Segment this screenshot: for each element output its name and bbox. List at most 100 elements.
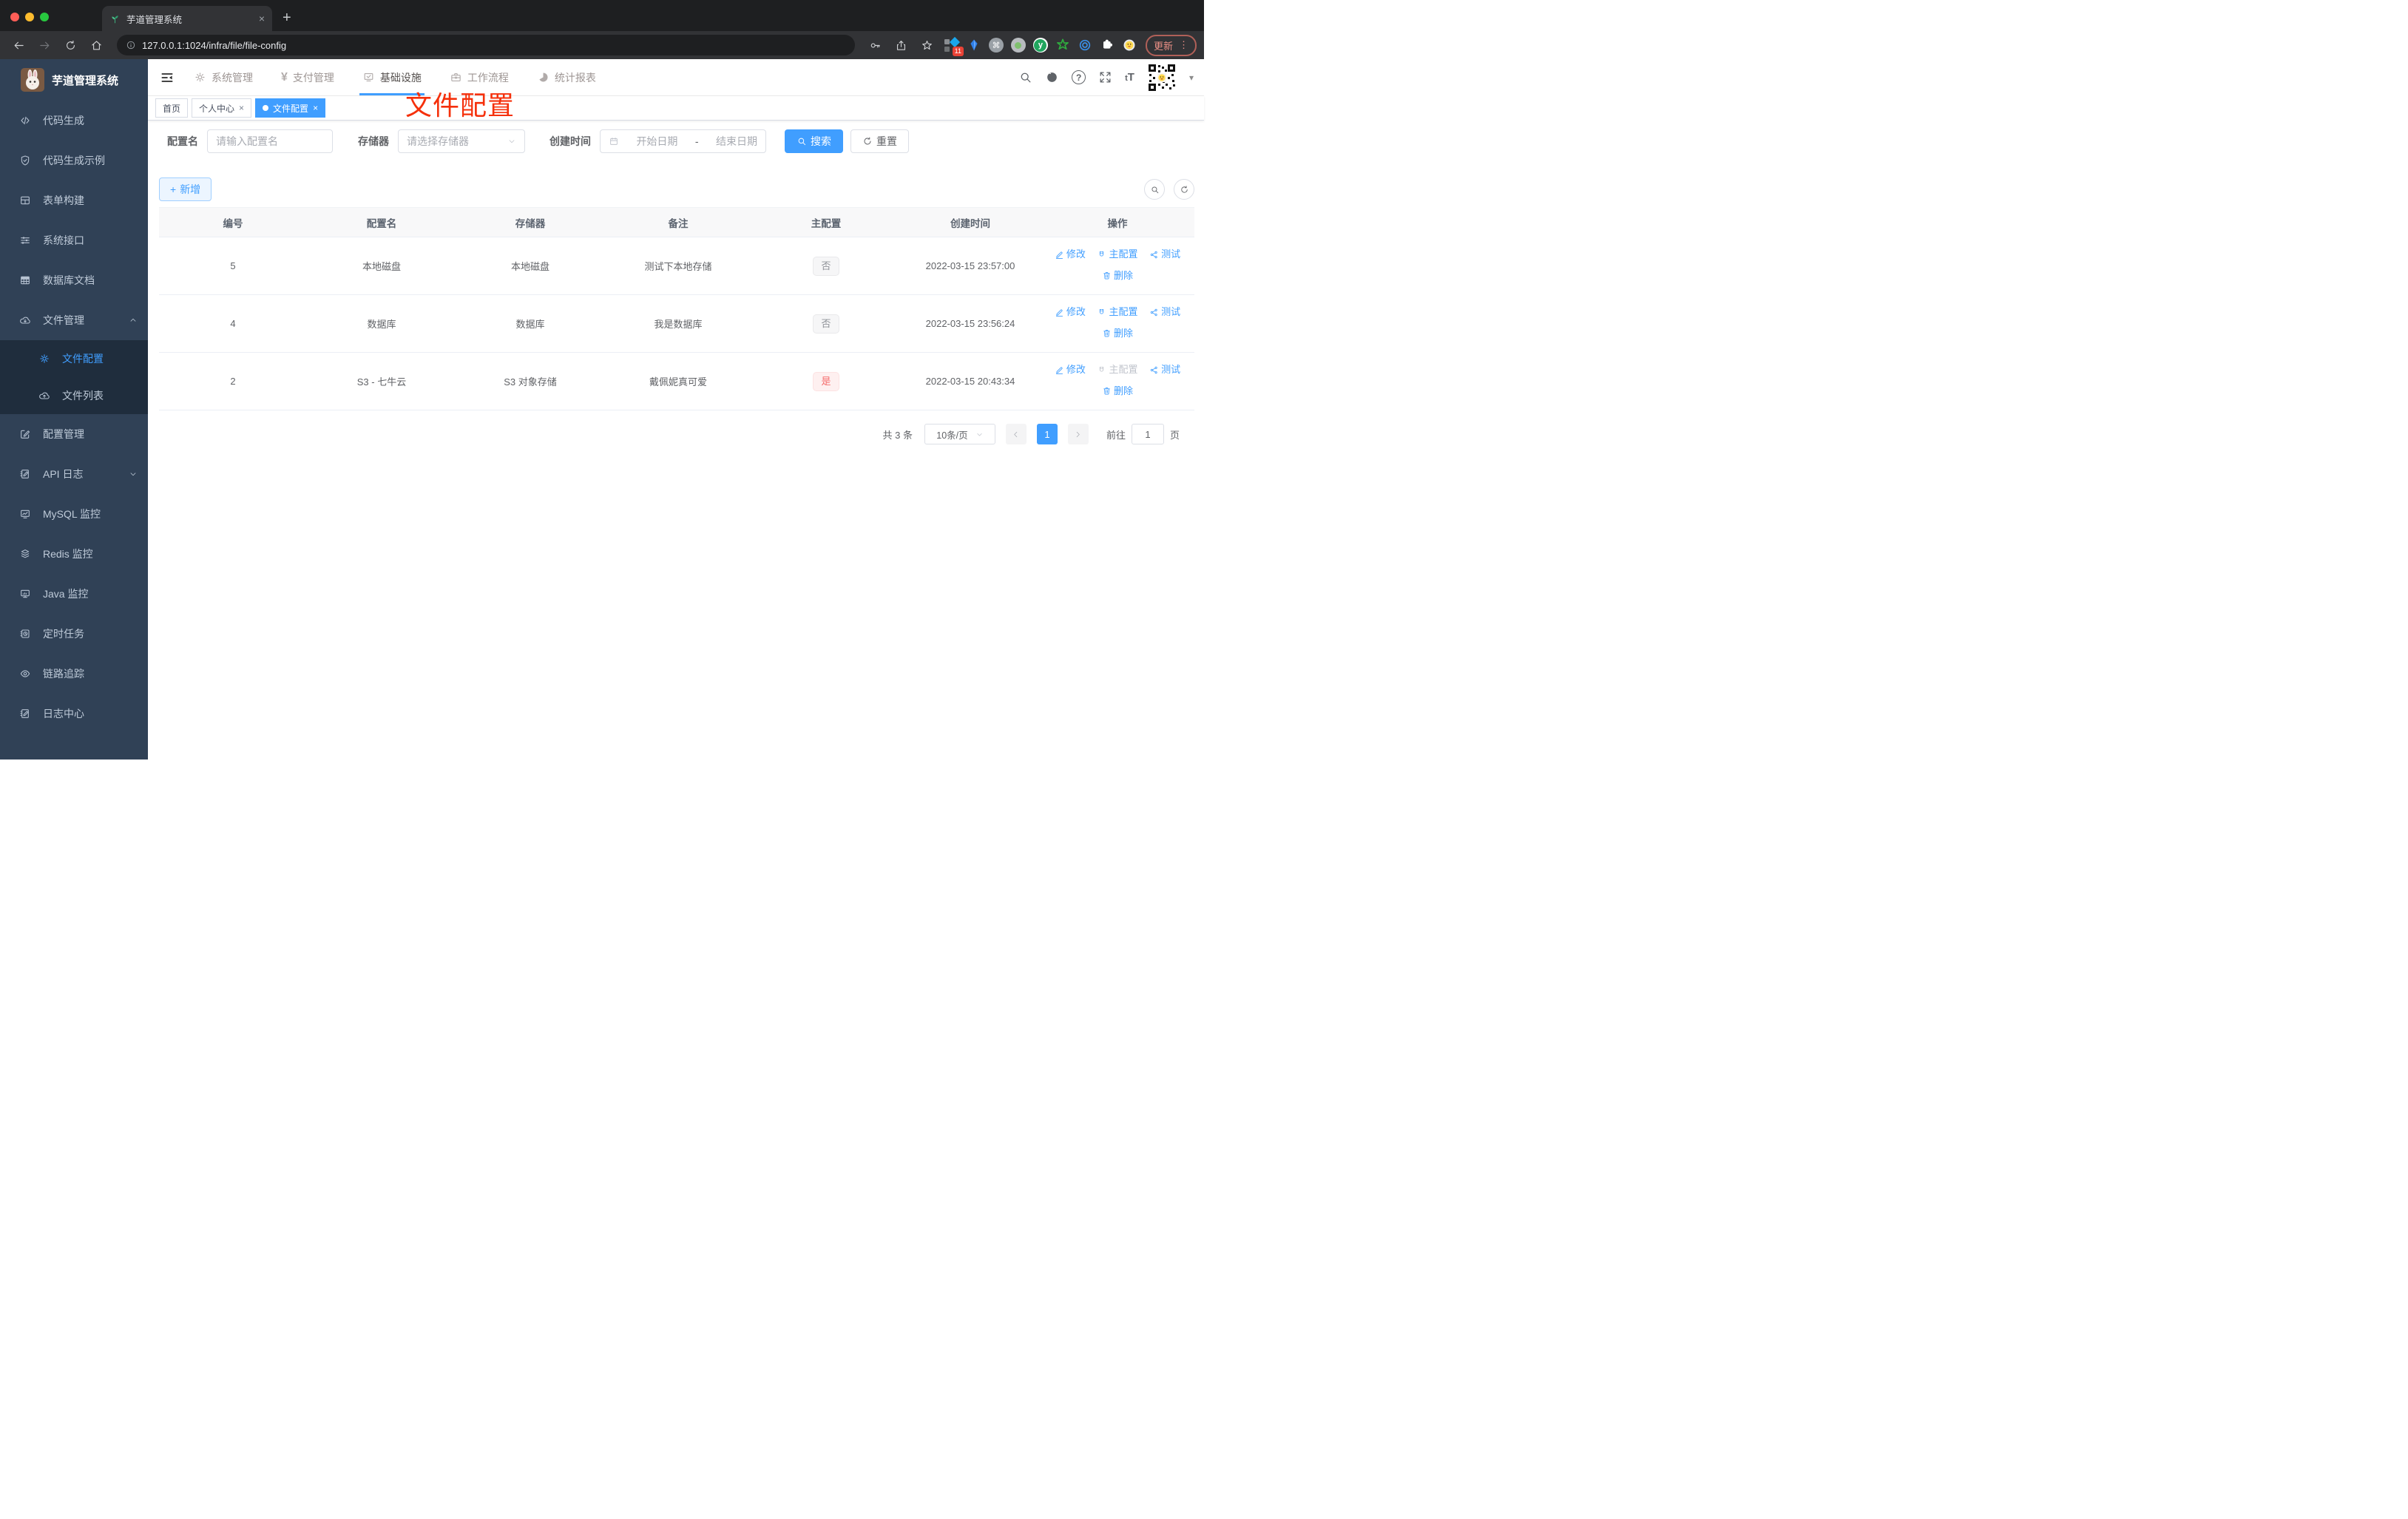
- window-controls[interactable]: [0, 13, 58, 31]
- command-extension-icon[interactable]: ⌘: [988, 38, 1004, 53]
- table-row: 5 本地磁盘 本地磁盘 测试下本地存储 否 2022-03-15 23:57:0…: [159, 237, 1194, 295]
- pin-extension-icon[interactable]: 11: [944, 36, 964, 56]
- page-size-select[interactable]: 10条/页: [924, 424, 995, 444]
- refresh-table-button[interactable]: [1174, 179, 1194, 200]
- sidebar-item-java-monitor[interactable]: Java 监控: [0, 574, 148, 614]
- yen-icon: ¥: [281, 70, 288, 84]
- date-range-picker[interactable]: 开始日期 - 结束日期: [600, 129, 766, 153]
- browser-menu-icon[interactable]: ⋮: [1179, 39, 1188, 51]
- close-icon[interactable]: ×: [239, 103, 244, 113]
- config-name-label: 配置名: [167, 135, 198, 147]
- gem-extension-icon[interactable]: [967, 38, 981, 53]
- sidebar-item-mysql-monitor[interactable]: MySQL 监控: [0, 494, 148, 534]
- sidebar-item-config-management[interactable]: 配置管理: [0, 414, 148, 454]
- sidebar-fold-icon[interactable]: [160, 70, 175, 85]
- sidebar-item-redis-monitor[interactable]: Redis 监控: [0, 534, 148, 574]
- edit-link[interactable]: 修改: [1055, 360, 1086, 379]
- primary-badge: 是: [813, 371, 839, 391]
- tab-title: 芋道管理系统: [126, 14, 183, 25]
- site-info-icon[interactable]: [126, 40, 136, 50]
- goto-page-input[interactable]: [1131, 424, 1164, 444]
- search-icon[interactable]: [1018, 70, 1032, 84]
- current-page-button[interactable]: 1: [1036, 424, 1058, 444]
- tag-home[interactable]: 首页: [155, 98, 189, 118]
- sidebar-item-scheduled-jobs[interactable]: 定时任务: [0, 614, 148, 654]
- top-menu-label: 支付管理: [292, 71, 334, 84]
- y-extension-icon[interactable]: y: [1032, 38, 1048, 53]
- tag-file-config[interactable]: 文件配置 ×: [255, 98, 326, 118]
- refresh-icon: [862, 136, 873, 146]
- password-key-icon[interactable]: [869, 39, 882, 52]
- font-size-icon[interactable]: tT: [1125, 71, 1134, 84]
- browser-tab[interactable]: 芋道管理系统 ×: [102, 6, 272, 31]
- add-button[interactable]: + 新增: [159, 177, 212, 201]
- search-button[interactable]: 搜索: [785, 129, 843, 153]
- lens-extension-icon[interactable]: [1078, 38, 1092, 53]
- config-name-input[interactable]: 请输入配置名: [207, 129, 333, 153]
- tag-label: 个人中心: [199, 103, 235, 114]
- plus-icon: +: [170, 183, 177, 195]
- sidebar-item-api-log[interactable]: API 日志: [0, 454, 148, 494]
- delete-link[interactable]: 删除: [1102, 324, 1133, 343]
- edit-link[interactable]: 修改: [1055, 245, 1086, 264]
- sidebar-item-code-gen[interactable]: 代码生成: [0, 101, 148, 141]
- sidebar-item-db-doc[interactable]: 数据库文档: [0, 260, 148, 300]
- reload-icon[interactable]: [64, 39, 77, 52]
- edit-link[interactable]: 修改: [1055, 302, 1086, 322]
- test-link[interactable]: 测试: [1149, 245, 1180, 264]
- test-link[interactable]: 测试: [1149, 302, 1180, 322]
- close-window-button[interactable]: [10, 13, 19, 21]
- browser-update-button[interactable]: 更新 ⋮: [1145, 34, 1197, 56]
- github-icon[interactable]: [1045, 70, 1059, 84]
- help-icon[interactable]: ?: [1072, 70, 1086, 84]
- top-menu-reports[interactable]: 统计报表: [537, 59, 596, 95]
- top-menu-payment[interactable]: ¥ 支付管理: [281, 59, 334, 95]
- puzzle-extensions-icon[interactable]: [1100, 38, 1115, 53]
- sidebar-item-file-config[interactable]: 文件配置: [0, 340, 148, 377]
- bookmark-star-icon[interactable]: [921, 39, 933, 52]
- top-menu-system[interactable]: 系统管理: [194, 59, 253, 95]
- storage-label: 存储器: [358, 135, 389, 147]
- new-tab-button[interactable]: +: [283, 10, 291, 27]
- top-menu: 系统管理 ¥ 支付管理 基础设施 工作流程 统计报表: [194, 59, 596, 95]
- browser-tab-strip: 芋道管理系统 × +: [0, 0, 1204, 31]
- master-config-link[interactable]: 主配置: [1097, 302, 1138, 322]
- reset-button[interactable]: 重置: [850, 129, 909, 153]
- share-icon[interactable]: [895, 39, 907, 52]
- sidebar-item-file-management[interactable]: 文件管理: [0, 300, 148, 340]
- minimize-window-button[interactable]: [25, 13, 34, 21]
- sidebar-logo[interactable]: 芋道管理系统: [0, 59, 148, 101]
- star-extension-icon[interactable]: [1055, 38, 1070, 53]
- tag-profile[interactable]: 个人中心 ×: [192, 98, 252, 118]
- sidebar-item-form-builder[interactable]: 表单构建: [0, 180, 148, 220]
- next-page-button[interactable]: [1067, 424, 1089, 444]
- sidebar-item-file-list[interactable]: 文件列表: [0, 377, 148, 414]
- delete-link[interactable]: 删除: [1102, 266, 1133, 285]
- edit-square-icon: [19, 428, 31, 440]
- tab-close-icon[interactable]: ×: [259, 13, 265, 24]
- sidebar-item-system-api[interactable]: 系统接口: [0, 220, 148, 260]
- fullscreen-icon[interactable]: [1098, 70, 1112, 84]
- top-menu-label: 系统管理: [212, 71, 253, 84]
- sidebar-item-log-center[interactable]: 日志中心: [0, 694, 148, 734]
- sidebar-item-code-demo[interactable]: 代码生成示例: [0, 141, 148, 180]
- sidebar-item-tracing[interactable]: 链路追踪: [0, 654, 148, 694]
- emoji-extension-icon[interactable]: [1122, 38, 1137, 53]
- forward-icon[interactable]: [38, 39, 51, 52]
- home-icon[interactable]: [90, 39, 103, 52]
- trash-icon: [1102, 386, 1112, 396]
- prev-page-button[interactable]: [1005, 424, 1027, 444]
- test-link[interactable]: 测试: [1149, 360, 1180, 379]
- avatar-caret-icon[interactable]: ▾: [1189, 72, 1194, 83]
- url-bar[interactable]: 127.0.0.1:1024/infra/file/file-config: [117, 35, 855, 55]
- back-icon[interactable]: [13, 39, 25, 52]
- chevron-down-icon: [975, 430, 984, 439]
- recorder-extension-icon[interactable]: [1010, 38, 1026, 53]
- master-config-link[interactable]: 主配置: [1097, 245, 1138, 264]
- delete-link[interactable]: 删除: [1102, 382, 1133, 401]
- toggle-search-button[interactable]: [1144, 179, 1165, 200]
- close-icon[interactable]: ×: [313, 103, 318, 113]
- user-avatar-qr[interactable]: [1147, 63, 1177, 92]
- zoom-window-button[interactable]: [40, 13, 49, 21]
- storage-select[interactable]: 请选择存储器: [398, 129, 525, 153]
